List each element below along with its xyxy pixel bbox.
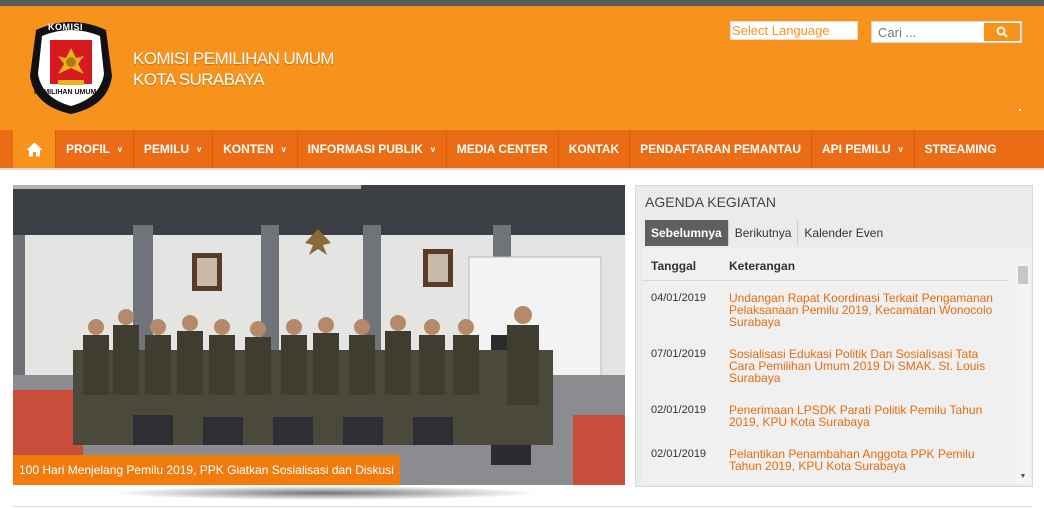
search-box: Cari ... bbox=[871, 21, 1022, 43]
news-slider[interactable] bbox=[13, 185, 625, 485]
chevron-down-icon: ∨ bbox=[429, 144, 436, 154]
agenda-date: 07/01/2019 bbox=[651, 348, 707, 360]
nav-api-pemilu[interactable]: API PEMILU ∨ bbox=[812, 130, 915, 168]
agenda-link[interactable]: Undangan Rapat Koordinasi Terkait Pengam… bbox=[729, 292, 1004, 328]
agenda-title: AGENDA KEGIATAN bbox=[645, 194, 776, 210]
agenda-list[interactable]: Tanggal Keterangan 04/01/2019 Undangan R… bbox=[642, 248, 1032, 484]
content-divider bbox=[13, 506, 1033, 507]
chevron-down-icon: ∨ bbox=[280, 144, 287, 154]
slider-shadow bbox=[110, 486, 540, 500]
language-select[interactable]: Select Language bbox=[730, 21, 858, 40]
agenda-link[interactable]: Penerimaan LPSDK Parati Politik Pemilu T… bbox=[729, 404, 1004, 428]
scrollbar-thumb[interactable] bbox=[1018, 266, 1028, 284]
nav-media-center[interactable]: MEDIA CENTER bbox=[447, 130, 559, 168]
slide-caption[interactable]: 100 Hari Menjelang Pemilu 2019, PPK Giat… bbox=[13, 455, 400, 485]
main-nav: PROFIL ∨ PEMILU ∨ KONTEN ∨ INFORMASI PUBLIK… bbox=[0, 130, 1044, 170]
agenda-tabs: Sebelumnya Berikutnya Kalender Even bbox=[645, 220, 889, 246]
slider-progress-bar bbox=[13, 185, 361, 189]
agenda-link[interactable]: Sosialisasi Edukasi Politik Dan Sosialis… bbox=[729, 348, 1004, 384]
scroll-down-arrow-icon[interactable]: ▼ bbox=[1016, 470, 1030, 484]
chevron-down-icon: ∨ bbox=[117, 144, 123, 154]
nav-informasi-publik[interactable]: INFORMASI PUBLIK ∨ bbox=[298, 130, 447, 168]
site-title-line2: KOTA SURABAYA bbox=[133, 70, 265, 89]
chevron-down-icon: ∨ bbox=[897, 144, 904, 154]
logo-bottom-text: PEMILIHAN UMUM bbox=[34, 89, 97, 96]
agenda-link[interactable]: Pelantikan Penambahan Anggota PPK Pemilu… bbox=[729, 448, 1004, 472]
nav-pemilu[interactable]: PEMILU ∨ bbox=[134, 130, 214, 168]
nav-pendaftaran-pemantau[interactable]: PENDAFTARAN PEMANTAU bbox=[630, 130, 813, 168]
nav-kontak[interactable]: KONTAK bbox=[559, 130, 631, 168]
tab-berikutnya[interactable]: Berikutnya bbox=[729, 220, 799, 246]
column-header-keterangan: Keterangan bbox=[729, 259, 796, 273]
kpu-logo[interactable] bbox=[28, 18, 114, 116]
tab-kalender-even[interactable]: Kalender Even bbox=[798, 220, 889, 246]
agenda-date: 02/01/2019 bbox=[651, 448, 707, 460]
agenda-scrollbar[interactable]: ▲ ▼ bbox=[1016, 263, 1030, 484]
site-title-line1: KOMISI PEMILIHAN UMUM bbox=[133, 49, 334, 68]
nav-konten[interactable]: KONTEN ∨ bbox=[213, 130, 298, 168]
site-title[interactable]: KOMISI PEMILIHAN UMUM KOTA SURABAYA bbox=[133, 48, 334, 90]
nav-home[interactable] bbox=[13, 130, 56, 168]
slide-photo bbox=[13, 185, 625, 485]
agenda-date: 04/01/2019 bbox=[651, 292, 707, 304]
search-button[interactable] bbox=[984, 23, 1020, 41]
nav-profil[interactable]: PROFIL ∨ bbox=[56, 130, 134, 168]
agenda-date: 02/01/2019 bbox=[651, 404, 707, 416]
search-input[interactable]: Cari ... bbox=[878, 25, 916, 40]
search-icon bbox=[996, 26, 1008, 38]
agenda-table-header: Tanggal Keterangan bbox=[642, 248, 1008, 281]
column-header-tanggal: Tanggal bbox=[651, 259, 697, 273]
site-header: KOMISI PEMILIHAN UMUM KOMISI PEMILIHAN U… bbox=[0, 6, 1044, 130]
logo-top-text: KOMISI bbox=[48, 22, 84, 32]
home-icon bbox=[26, 142, 42, 156]
nav-streaming[interactable]: STREAMING bbox=[915, 130, 1007, 168]
chevron-down-icon: ∨ bbox=[196, 144, 203, 154]
agenda-panel: AGENDA KEGIATAN Sebelumnya Berikutnya Ka… bbox=[635, 185, 1033, 487]
tab-sebelumnya[interactable]: Sebelumnya bbox=[645, 220, 729, 246]
header-dot bbox=[1019, 109, 1021, 111]
